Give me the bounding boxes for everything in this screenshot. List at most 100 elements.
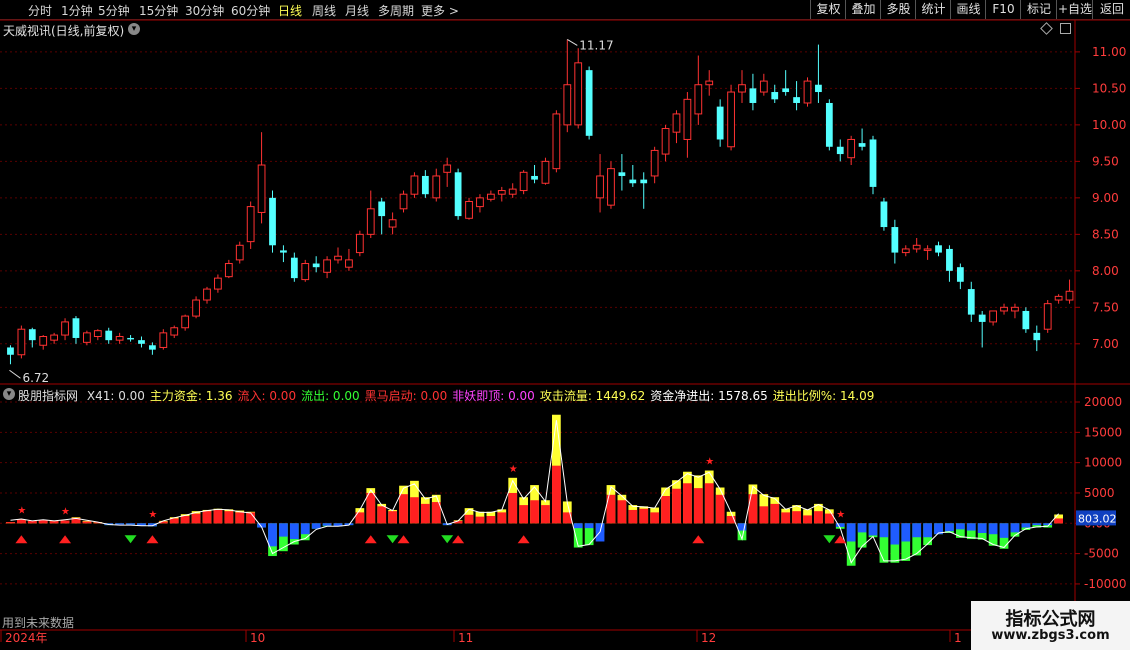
main-fund-bar — [82, 521, 92, 524]
candle-body — [355, 233, 364, 254]
main-fund-bar — [748, 494, 758, 524]
candle-body — [508, 188, 517, 195]
candle-body — [815, 84, 822, 93]
indicator-field-0: X41: 0.00 — [86, 389, 145, 403]
main-fund-bar — [573, 523, 583, 529]
main-fund-bar — [966, 523, 976, 531]
main-fund-bar — [530, 500, 539, 524]
price-tick-label: 9.50 — [1092, 154, 1119, 168]
candle-body — [159, 332, 168, 348]
candle-body — [585, 70, 593, 136]
watermark-url: www.zbgs3.com — [991, 628, 1110, 643]
main-fund-bar — [475, 516, 485, 524]
candle-body — [323, 259, 331, 273]
main-fund-bar — [1010, 523, 1020, 533]
main-fund-bar — [246, 512, 256, 524]
candle-body — [345, 259, 353, 268]
candle-body — [935, 245, 942, 253]
main-fund-bar — [541, 505, 550, 524]
down-arrow-marker — [823, 535, 836, 544]
candle-body — [541, 160, 550, 184]
up-arrow-marker — [364, 535, 377, 544]
main-fund-bar — [1021, 523, 1031, 528]
candle-body — [28, 329, 36, 341]
main-fund-bar — [1032, 523, 1042, 526]
candle-body — [1065, 290, 1074, 301]
candle-body — [825, 102, 833, 147]
main-fund-bar — [955, 523, 965, 530]
candle-body — [1000, 306, 1008, 312]
candle-body — [246, 206, 255, 243]
candle-body — [1011, 306, 1019, 312]
candle-body — [1022, 310, 1030, 330]
indicator-tick-label: 20000 — [1084, 395, 1122, 409]
main-fund-bar — [126, 523, 135, 525]
main-fund-bar — [999, 523, 1009, 538]
main-fund-bar — [857, 523, 867, 533]
main-fund-bar — [311, 523, 321, 529]
main-fund-bar — [672, 488, 681, 524]
candle-body — [694, 84, 703, 115]
up-arrow-marker — [59, 535, 72, 544]
main-fund-bar — [410, 497, 419, 524]
price-tick-label: 8.00 — [1092, 264, 1119, 278]
stock-chart-canvas[interactable]: 11.17 6.72 ★ ★ ★ ★ ★ ★ 11.00 10.50 10.00 9.50 9.00… — [0, 0, 1130, 650]
up-arrow-marker — [397, 535, 410, 544]
candle-body — [782, 88, 790, 93]
candle-body — [967, 289, 975, 315]
main-fund-bar — [213, 509, 223, 524]
indicator-field-3: 流出: 0.00 — [301, 389, 360, 403]
main-fund-bar — [268, 523, 277, 547]
main-fund-bar — [6, 522, 15, 524]
price-tick-label: 9.00 — [1092, 191, 1119, 205]
candle-body — [17, 328, 26, 356]
candle-body — [956, 267, 964, 282]
candle-body — [454, 172, 462, 217]
main-fund-bar — [115, 523, 125, 525]
candle-body — [312, 263, 320, 268]
candle-body — [989, 310, 997, 323]
down-arrow-marker — [124, 535, 137, 544]
indicator-tick-label: 15000 — [1084, 425, 1122, 439]
candle-body — [738, 84, 746, 93]
low-pointer — [9, 369, 21, 379]
candle-body — [214, 277, 222, 290]
main-fund-bar — [420, 503, 430, 524]
main-fund-bar — [224, 511, 234, 524]
star-marker: ★ — [148, 509, 157, 520]
main-fund-bar — [945, 523, 954, 532]
candle-body — [378, 201, 386, 217]
candle-body — [290, 257, 298, 279]
main-fund-bar — [279, 523, 288, 537]
time-tick-label: 2024年 — [5, 631, 48, 645]
candle-body — [869, 139, 877, 187]
main-fund-bar — [1054, 518, 1063, 524]
candle-body — [749, 88, 757, 103]
main-fund-bar — [901, 523, 911, 542]
star-marker: ★ — [509, 464, 518, 475]
candle-body — [486, 193, 495, 200]
candle-body — [618, 172, 626, 176]
main-fund-bar — [497, 512, 507, 524]
candle-body — [607, 168, 615, 206]
indicator-tick-label: 10000 — [1084, 456, 1122, 470]
indicator-field-6: 攻击流量: 1449.62 — [539, 389, 646, 403]
up-arrow-marker — [834, 535, 847, 544]
candle-body — [72, 318, 80, 338]
main-fund-bar — [683, 483, 692, 524]
candle-body — [519, 171, 528, 192]
indicator-chevron-icon[interactable]: ▾ — [3, 388, 15, 400]
candle-body — [443, 164, 452, 173]
candle-body — [923, 248, 932, 251]
main-fund-bar — [704, 483, 714, 524]
main-fund-bar — [759, 506, 769, 524]
current-value-label: 803.02 — [1078, 512, 1117, 525]
candle-body — [1033, 332, 1041, 341]
candle-body — [399, 193, 408, 210]
main-fund-bar — [60, 520, 70, 524]
candle-body — [836, 146, 844, 155]
main-fund-bar — [399, 494, 408, 524]
main-fund-bar — [584, 523, 594, 529]
candle-body — [115, 336, 124, 341]
main-fund-bar — [639, 508, 649, 524]
